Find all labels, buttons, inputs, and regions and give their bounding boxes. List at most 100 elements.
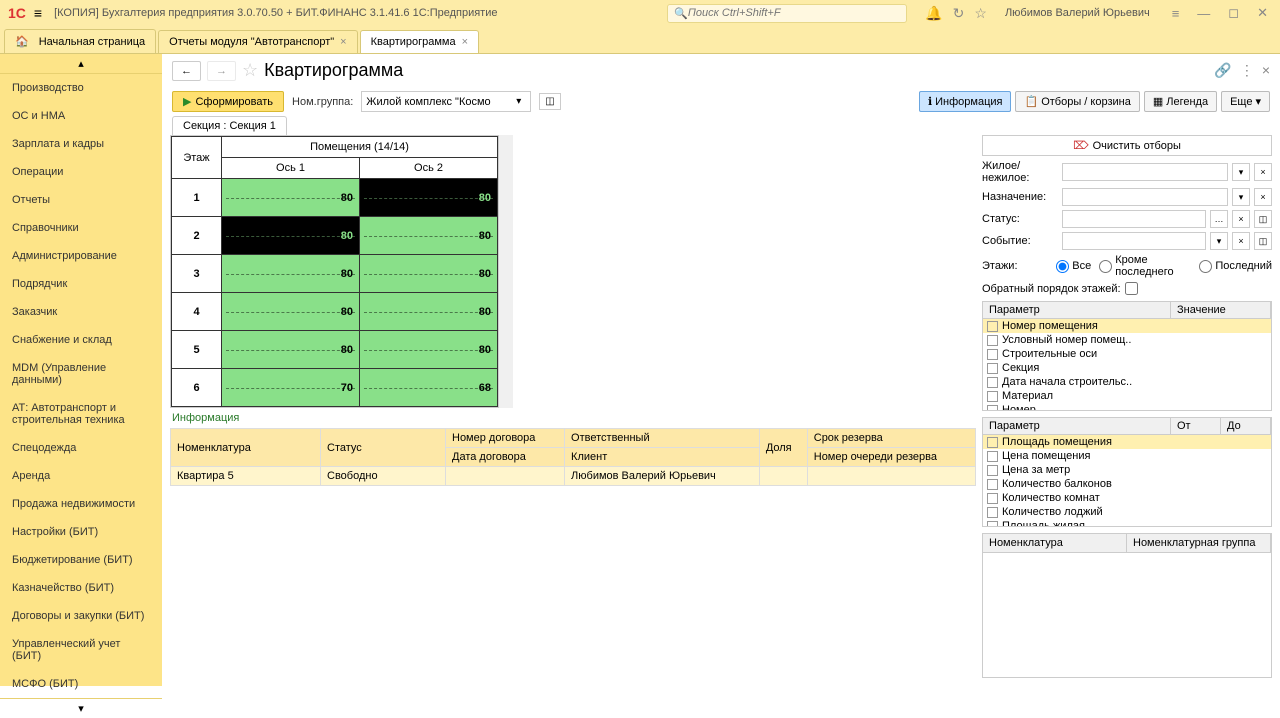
sidebar-item[interactable]: Управленческий учет (БИТ) [0,630,162,670]
sidebar-item[interactable]: Спецодежда [0,434,162,462]
param-checkbox[interactable] [987,363,998,374]
generate-button[interactable]: ▶ Сформировать [172,91,284,112]
sidebar-item[interactable]: Договоры и закупки (БИТ) [0,602,162,630]
radio-except[interactable]: Кроме последнего [1099,254,1191,278]
sidebar-item[interactable]: АТ: Автотранспорт и строительная техника [0,394,162,434]
open-ref-icon[interactable]: ◫ [1254,232,1272,250]
room-cell[interactable]: 80 [360,331,498,369]
sidebar-item[interactable]: MDM (Управление данными) [0,354,162,394]
param-row[interactable]: Количество лоджий [983,505,1271,519]
dropdown-icon[interactable]: ▾ [511,94,526,109]
sidebar-item[interactable]: Операции [0,158,162,186]
param-row[interactable]: Площадь помещения [983,435,1271,449]
sidebar-item[interactable]: Настройки (БИТ) [0,518,162,546]
maximize-icon[interactable]: ◻ [1224,5,1243,21]
tab-home[interactable]: 🏠 Начальная страница [4,29,156,53]
sidebar-item[interactable]: Зарплата и кадры [0,130,162,158]
more-icon[interactable]: ⋮ [1240,62,1254,79]
sidebar-item[interactable]: Подрядчик [0,270,162,298]
username[interactable]: Любимов Валерий Юрьевич [1005,7,1150,19]
nav-back-button[interactable]: ← [172,61,201,81]
param-row[interactable]: Условный номер помещ.. [983,333,1271,347]
tab-reports[interactable]: Отчеты модуля "Автотранспорт" × [158,30,357,53]
tab-kvartira[interactable]: Квартирограмма × [360,30,479,53]
param-row[interactable]: Цена за метр [983,463,1271,477]
room-cell[interactable]: 80 [222,255,360,293]
status-input[interactable] [1062,210,1206,228]
link-icon[interactable]: 🔗 [1214,62,1231,79]
open-ref-button[interactable]: ◫ [539,93,560,110]
info-button[interactable]: ℹИнформация [919,91,1012,112]
main-menu-icon[interactable]: ≡ [34,5,42,21]
close-window-icon[interactable]: ✕ [1253,5,1272,21]
bell-icon[interactable]: 🔔 [925,5,942,22]
sidebar-expand[interactable]: ▾ [0,698,162,718]
open-ref-icon[interactable]: ◫ [1254,210,1272,228]
grid-scroll[interactable]: Этаж Помещения (14/14) Ось 1 Ось 2 18080… [170,135,499,408]
radio-last[interactable]: Последний [1199,260,1272,273]
more-button[interactable]: Еще ▾ [1221,91,1270,112]
sidebar-item[interactable]: Продажа недвижимости [0,490,162,518]
param-checkbox[interactable] [987,437,998,448]
param-checkbox[interactable] [987,493,998,504]
sidebar-collapse[interactable]: ▴ [0,54,162,74]
param-row[interactable]: Площадь жилая [983,519,1271,527]
purpose-input[interactable] [1062,188,1228,206]
room-cell[interactable]: 80 [360,255,498,293]
param-checkbox[interactable] [987,507,998,518]
room-cell[interactable]: 80 [222,217,360,255]
search-input[interactable] [688,7,900,19]
param-row[interactable]: Дата начала строительс.. [983,375,1271,389]
legend-button[interactable]: ▦Легенда [1144,91,1217,112]
clear-field-icon[interactable]: × [1232,210,1250,228]
minimize-icon[interactable]: — [1193,6,1214,21]
room-cell[interactable]: 80 [222,331,360,369]
param-checkbox[interactable] [987,335,998,346]
nav-fwd-button[interactable]: → [207,61,236,81]
param-row[interactable]: Материал [983,389,1271,403]
param-row[interactable]: Строительные оси [983,347,1271,361]
sidebar-item[interactable]: Аренда [0,462,162,490]
close-tab-icon[interactable]: × [340,36,346,48]
living-input[interactable] [1062,163,1228,181]
param-checkbox[interactable] [987,451,998,462]
event-input[interactable] [1062,232,1206,250]
param-checkbox[interactable] [987,349,998,360]
reverse-checkbox[interactable] [1125,282,1138,295]
clear-filters-button[interactable]: ⌦ Очистить отборы [982,135,1272,156]
dropdown-icon[interactable]: ▾ [1232,188,1250,206]
radio-all[interactable]: Все [1056,260,1091,273]
favorite-star-icon[interactable]: ☆ [242,60,258,81]
sidebar-item[interactable]: ОС и НМА [0,102,162,130]
sidebar-item[interactable]: Отчеты [0,186,162,214]
close-tab-icon[interactable]: × [462,36,468,48]
sidebar-item[interactable]: Бюджетирование (БИТ) [0,546,162,574]
clear-field-icon[interactable]: × [1254,163,1272,181]
room-cell[interactable]: 80 [360,217,498,255]
room-cell[interactable]: 80 [360,179,498,217]
param-row[interactable]: Количество балконов [983,477,1271,491]
clear-field-icon[interactable]: × [1232,232,1250,250]
sidebar-item[interactable]: Казначейство (БИТ) [0,574,162,602]
dropdown-icon[interactable]: ▾ [1232,163,1250,181]
param-row[interactable]: Секция [983,361,1271,375]
param-checkbox[interactable] [987,321,998,332]
param-checkbox[interactable] [987,479,998,490]
sidebar-item[interactable]: Администрирование [0,242,162,270]
param-checkbox[interactable] [987,405,998,412]
room-cell[interactable]: 80 [222,179,360,217]
sidebar-item[interactable]: Справочники [0,214,162,242]
nom-group-field[interactable] [366,96,511,108]
info-row[interactable]: Квартира 5 Свободно Любимов Валерий Юрье… [171,467,976,486]
grid-vscrollbar[interactable] [499,135,513,408]
sidebar-item[interactable]: Снабжение и склад [0,326,162,354]
section-tab[interactable]: Секция : Секция 1 [172,116,287,135]
param-row[interactable]: Номер [983,403,1271,411]
sidebar-item[interactable]: Заказчик [0,298,162,326]
window-settings-icon[interactable]: ≡ [1168,6,1184,21]
room-cell[interactable]: 68 [360,369,498,407]
clear-field-icon[interactable]: × [1254,188,1272,206]
filters-button[interactable]: 📋Отборы / корзина [1015,91,1139,112]
room-cell[interactable]: 70 [222,369,360,407]
room-cell[interactable]: 80 [222,293,360,331]
